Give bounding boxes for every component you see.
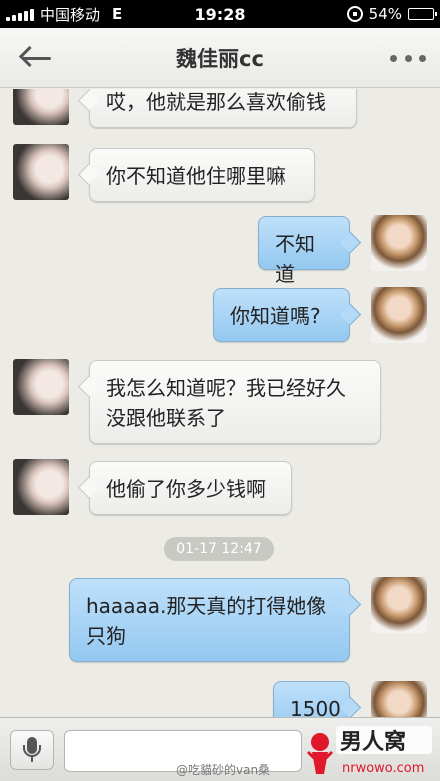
own-avatar[interactable] [371,287,427,343]
message-bubble-outgoing[interactable]: 1500 [273,681,350,717]
arrow-left-icon [18,45,51,70]
signal-strength-icon [6,7,34,21]
message-bubble-incoming[interactable]: 他偷了你多少钱啊 [89,461,292,515]
nrwowo-logo: 男人窝 nrwowo.com [306,726,432,776]
network-type: E [112,5,123,23]
more-dot [390,54,397,62]
contact-avatar[interactable] [13,459,69,515]
battery-percent: 54% [368,5,402,23]
own-avatar[interactable] [371,215,427,271]
message-bubble-incoming[interactable]: 你不知道他住哪里嘛 [89,148,315,202]
chat-header: 魏佳丽cc [0,28,440,88]
contact-avatar[interactable] [13,359,69,415]
input-bar: @吃貓砂的van桑 男人窝 nrwowo.com [0,717,440,781]
message-bubble-outgoing[interactable]: haaaaa.那天真的打得她像只狗 [69,578,350,662]
more-dot [404,54,412,62]
message-bubble-outgoing[interactable]: 不知道 [258,216,350,286]
message-bubble-incoming[interactable]: 我怎么知道呢？我已经好久没跟他联系了 [89,360,381,444]
microphone-icon [22,737,42,763]
back-button[interactable] [12,40,58,76]
message-bubble-outgoing[interactable]: 你知道嗎? [213,288,350,342]
more-dot [419,54,426,62]
weibo-watermark: @吃貓砂的van桑 [176,763,271,777]
chat-title: 魏佳丽cc [176,46,264,71]
logo-url: nrwowo.com [342,761,424,776]
carrier-name: 中国移动 [40,5,101,24]
voice-input-button[interactable] [10,730,54,770]
more-options-button[interactable] [390,48,426,68]
chat-timestamp: 01-17 12:47 [164,537,274,561]
status-bar: 中国移动 E 19:28 54% [0,0,440,28]
contact-avatar[interactable] [13,144,69,200]
own-avatar[interactable] [371,681,427,717]
message-bubble-incoming[interactable]: 哎，他就是那么喜欢偷钱 [89,89,357,128]
battery-icon [408,8,437,20]
contact-avatar[interactable] [13,89,69,125]
rotation-lock-icon [346,6,363,22]
logo-name: 男人窝 [340,729,406,755]
own-avatar[interactable] [371,577,427,633]
message-list[interactable]: 哎，他就是那么喜欢偷钱 你不知道他住哪里嘛 不知道 你知道嗎? 我怎么知道呢？我… [0,89,440,717]
